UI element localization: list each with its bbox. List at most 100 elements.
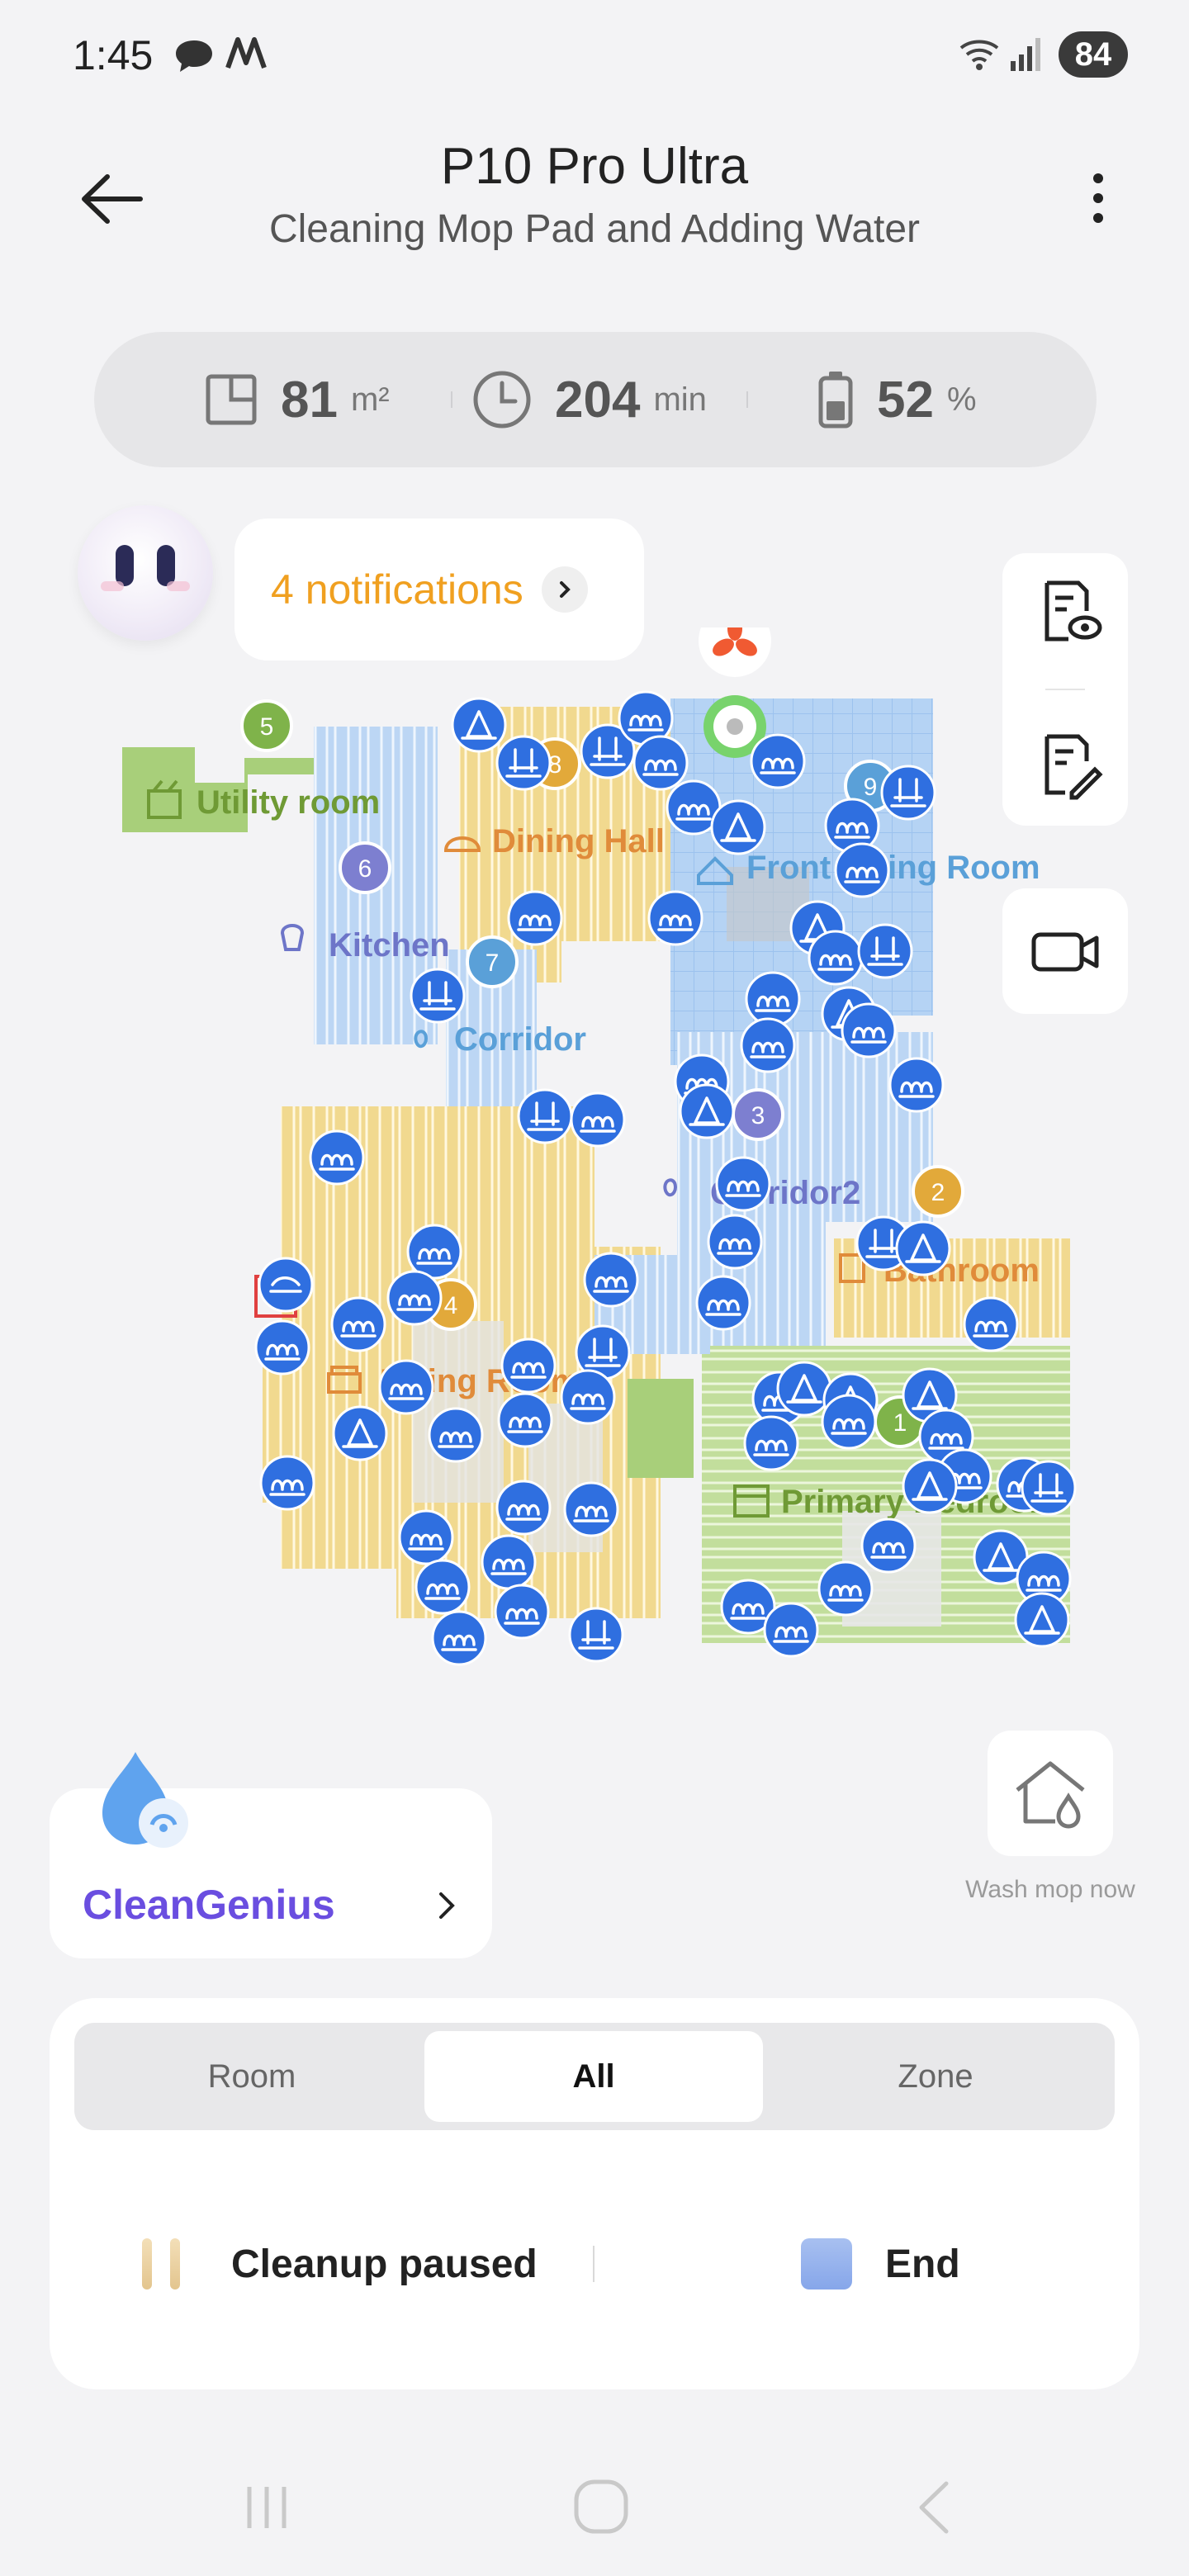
mop-marker[interactable] [428, 1407, 484, 1463]
mop-marker[interactable] [750, 733, 806, 789]
room-label: Kitchen [329, 927, 450, 964]
carpet-marker[interactable] [332, 1405, 388, 1461]
time-stat: 204 min [472, 365, 707, 434]
brush-marker[interactable] [880, 765, 936, 821]
mop-marker[interactable] [707, 1214, 763, 1270]
carpet-marker[interactable] [679, 1083, 735, 1139]
battery-indicator: 84 [1059, 31, 1128, 78]
mop-marker[interactable] [963, 1296, 1019, 1352]
chevron-right-icon [439, 1892, 455, 1919]
notifications-button[interactable]: 4 notifications [234, 519, 644, 661]
carpet-marker[interactable] [776, 1361, 832, 1417]
mop-marker[interactable] [414, 1559, 471, 1615]
wash-mop-label: Wash mop now [965, 1876, 1135, 1903]
mop-marker[interactable] [808, 930, 864, 986]
mop-marker[interactable] [821, 1394, 877, 1450]
assistant-avatar[interactable] [78, 505, 213, 641]
mop-marker[interactable] [888, 1057, 945, 1113]
wash-mop-button[interactable] [988, 1731, 1113, 1856]
mop-marker[interactable] [495, 1480, 552, 1536]
room-badge-label: 6 [358, 855, 372, 883]
chevron-right-icon [541, 566, 588, 613]
mop-marker[interactable] [259, 1455, 315, 1511]
tab-zone[interactable]: Zone [766, 2031, 1105, 2122]
a-icon [225, 37, 267, 69]
mop-marker[interactable] [500, 1338, 557, 1394]
mop-marker[interactable] [745, 971, 801, 1027]
mop-marker[interactable] [817, 1560, 874, 1617]
mop-marker[interactable] [570, 1091, 626, 1148]
mop-marker[interactable] [763, 1602, 819, 1658]
room-badge-label: 1 [893, 1409, 907, 1437]
room-badge-label: 7 [486, 949, 500, 977]
carpet-marker[interactable] [895, 1220, 951, 1276]
mop-marker[interactable] [740, 1017, 796, 1073]
brush-marker[interactable] [1021, 1460, 1077, 1516]
mop-marker[interactable] [695, 1275, 751, 1331]
brush-marker[interactable] [410, 968, 466, 1024]
area-icon [206, 374, 257, 425]
mop-marker[interactable] [254, 1319, 310, 1376]
brush-marker[interactable] [568, 1607, 624, 1663]
end-label: End [885, 2242, 960, 2286]
pause-resume-button[interactable]: Cleanup paused [142, 2231, 538, 2297]
wifi-6-icon [959, 40, 999, 70]
water-drop-icon [102, 1752, 188, 1848]
status-time: 1:45 [73, 32, 154, 78]
mop-marker[interactable] [309, 1129, 365, 1186]
map-view-icon[interactable] [1024, 570, 1106, 652]
mop-marker[interactable] [330, 1296, 386, 1352]
header: P10 Pro Ultra Cleaning Mop Pad and Addin… [0, 124, 1189, 264]
mop-marker[interactable] [563, 1481, 619, 1537]
more-vert-icon[interactable] [1073, 165, 1123, 231]
brush-marker[interactable] [857, 923, 913, 979]
carpet-marker[interactable] [902, 1458, 958, 1514]
recent-apps-icon[interactable] [238, 2479, 296, 2536]
mop-marker[interactable] [647, 890, 703, 946]
mop-marker[interactable] [494, 1584, 550, 1640]
time-value: 204 [555, 371, 641, 429]
video-camera-button[interactable] [1002, 888, 1128, 1014]
room-label: Utility room [197, 784, 380, 821]
page-title: P10 Pro Ultra [440, 138, 749, 195]
carpet-marker[interactable] [710, 799, 766, 855]
back-nav-icon[interactable] [908, 2477, 961, 2538]
mop-marker[interactable] [715, 1156, 771, 1212]
home-nav-icon[interactable] [570, 2475, 632, 2538]
signal-icon [1011, 38, 1040, 71]
room-badge-label: 9 [864, 774, 878, 801]
mop-marker[interactable] [481, 1534, 537, 1590]
mop-marker[interactable] [834, 842, 890, 898]
mop-marker[interactable] [406, 1224, 462, 1280]
tab-all[interactable]: All [424, 2031, 763, 2122]
mop-marker[interactable] [507, 890, 563, 946]
end-button[interactable]: End [801, 2231, 960, 2297]
mop-marker[interactable] [560, 1369, 616, 1425]
mop-marker[interactable] [632, 735, 689, 791]
room-badge-label: 5 [260, 713, 274, 741]
mop-marker[interactable] [398, 1509, 454, 1565]
map-tools-panel [1002, 553, 1128, 826]
video-camera-icon [1031, 932, 1099, 972]
carpet-marker[interactable] [1014, 1592, 1070, 1648]
mop-marker[interactable] [583, 1252, 639, 1308]
mop-marker[interactable] [431, 1610, 487, 1666]
mop-marker[interactable] [386, 1270, 443, 1326]
mop-marker[interactable] [743, 1415, 799, 1471]
mop-marker[interactable] [497, 1392, 553, 1448]
map-edit-icon[interactable] [1024, 723, 1106, 806]
stat-divider [451, 391, 452, 408]
battery-icon [818, 372, 853, 429]
brush-marker[interactable] [495, 735, 552, 791]
tab-room[interactable]: Room [83, 2031, 421, 2122]
carpet-marker[interactable] [451, 697, 507, 753]
mop-marker[interactable] [378, 1359, 434, 1415]
mop-marker[interactable] [841, 1002, 897, 1058]
brush-marker[interactable] [517, 1088, 573, 1144]
room-badge-label: 2 [931, 1179, 945, 1206]
shoe-marker[interactable] [258, 1257, 314, 1313]
stat-divider [746, 391, 748, 408]
stats-bar: 81 m² 204 min 52 % [94, 332, 1097, 467]
mop-marker[interactable] [860, 1518, 917, 1574]
room-badge-label: 3 [751, 1102, 765, 1129]
